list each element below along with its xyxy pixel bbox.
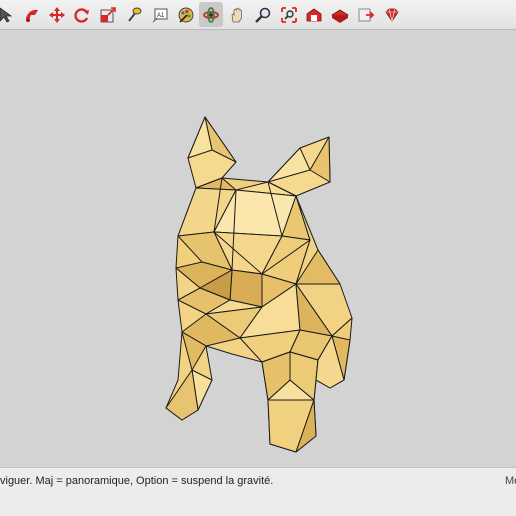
warehouse-icon[interactable] xyxy=(302,2,326,27)
status-hint: viguer. Maj = panoramique, Option = susp… xyxy=(0,475,274,487)
paint-icon[interactable] xyxy=(174,2,198,27)
select-icon[interactable] xyxy=(0,2,18,27)
measurements-label: Me xyxy=(505,475,516,487)
status-bar: viguer. Maj = panoramique, Option = susp… xyxy=(0,467,516,516)
scale-icon[interactable] xyxy=(96,2,120,27)
3d-viewport[interactable] xyxy=(0,30,516,467)
layout-icon[interactable] xyxy=(354,2,378,27)
rotate-icon[interactable] xyxy=(70,2,94,27)
tape-measure-icon[interactable] xyxy=(122,2,146,27)
move-icon[interactable] xyxy=(45,2,69,27)
extension-warehouse-icon[interactable] xyxy=(328,2,352,27)
paint-bucket-icon[interactable] xyxy=(20,2,44,27)
low-poly-dog-model xyxy=(165,116,353,453)
toolbar: A1 xyxy=(0,0,516,30)
orbit-icon[interactable] xyxy=(199,2,223,27)
text-icon[interactable]: A1 xyxy=(148,2,172,27)
zoom-icon[interactable] xyxy=(251,2,275,27)
zoom-extents-icon[interactable] xyxy=(277,2,301,27)
ruby-icon[interactable] xyxy=(380,2,404,27)
pan-icon[interactable] xyxy=(225,2,249,27)
text-tool-label: A1 xyxy=(157,13,165,19)
